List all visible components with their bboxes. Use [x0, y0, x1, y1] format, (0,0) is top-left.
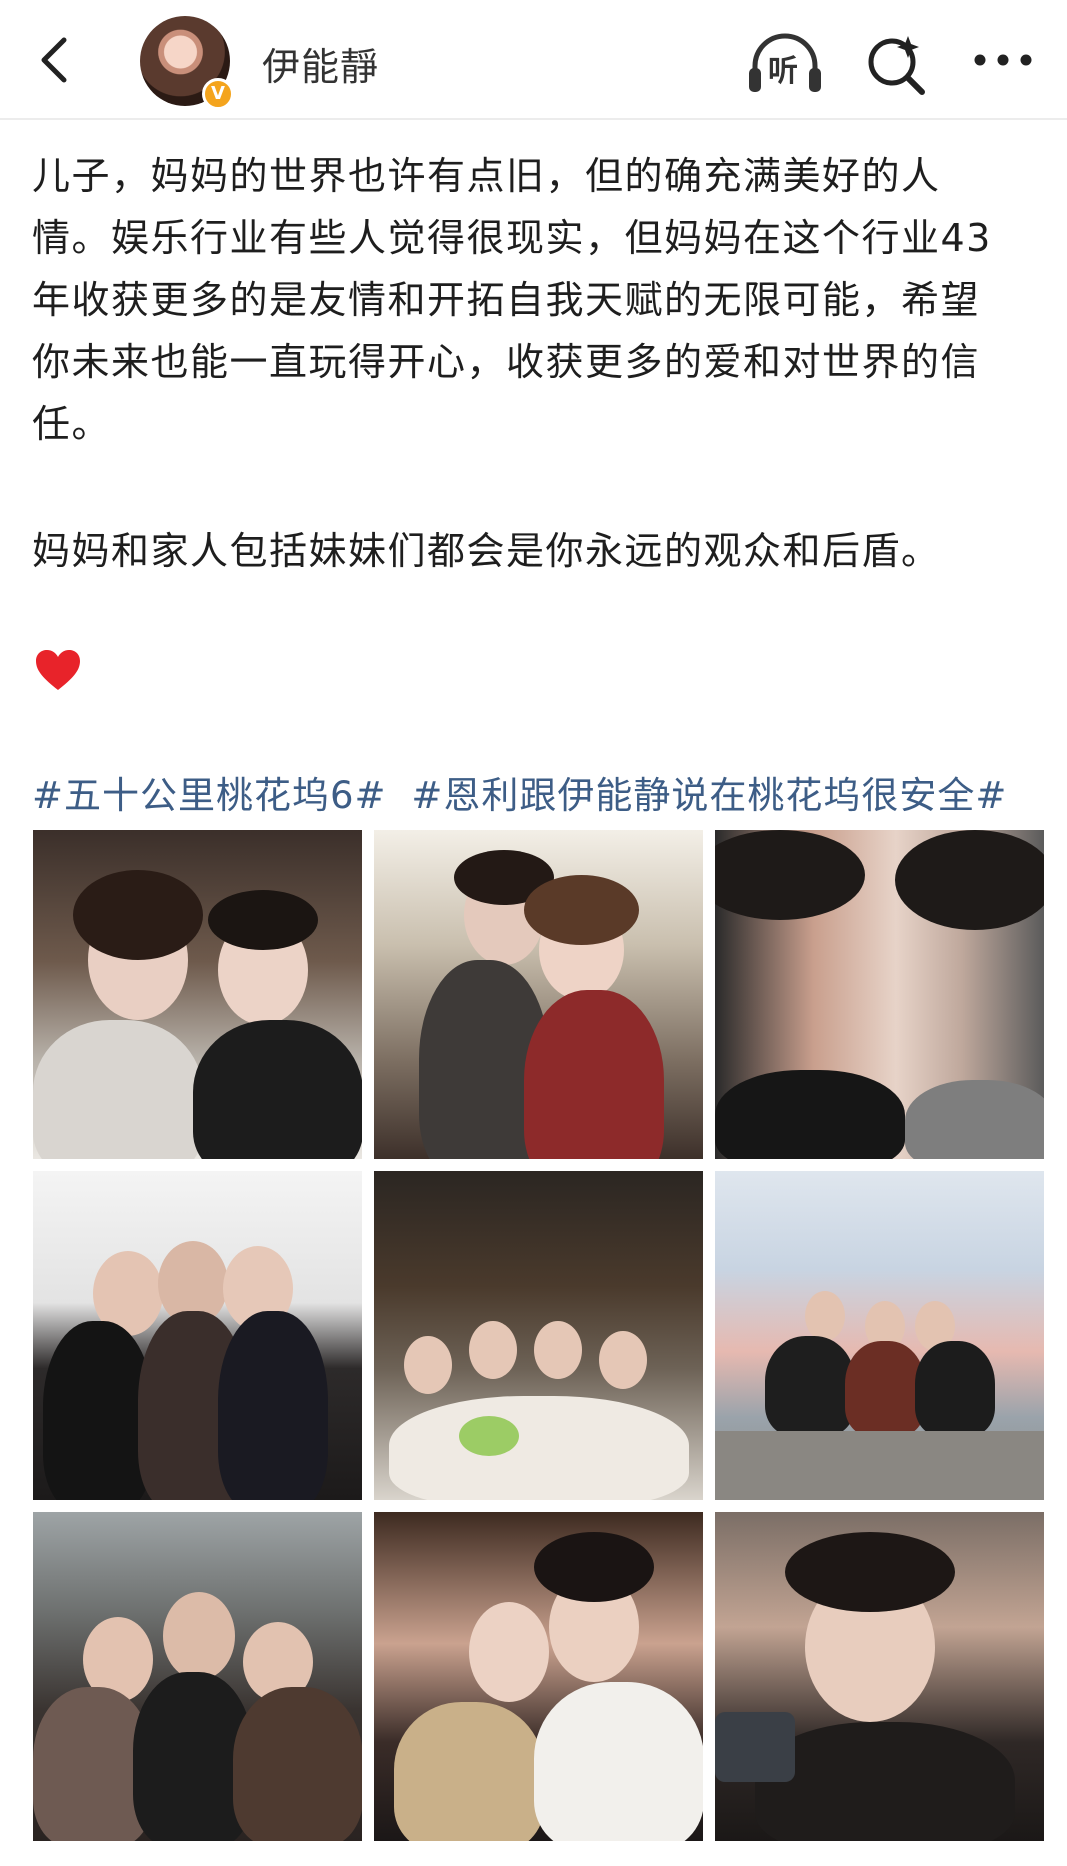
post-line: 儿子，妈妈的世界也许有点旧，但的确充满美好的人: [32, 154, 941, 198]
post-line: 任。: [32, 402, 112, 446]
photo-thumbnail[interactable]: [715, 1512, 1044, 1841]
hashtag-link[interactable]: #恩利跟伊能静说在桃花坞很安全#: [411, 774, 1007, 817]
photo-thumbnail[interactable]: [33, 830, 362, 1159]
post-line: 你未来也能一直玩得开心，收获更多的爱和对世界的信: [32, 340, 981, 384]
photo-thumbnail[interactable]: [374, 1512, 703, 1841]
post-paragraph-2: 妈妈和家人包括妹妹们都会是你永远的观众和后盾。: [32, 529, 941, 573]
post-line: 情。娱乐行业有些人觉得很现实，但妈妈在这个行业43: [32, 216, 992, 260]
hashtag-link[interactable]: #五十公里桃花坞6#: [32, 774, 387, 817]
photo-thumbnail[interactable]: [715, 1171, 1044, 1500]
hashtag-row: #五十公里桃花坞6# #恩利跟伊能静说在桃花坞很安全#: [32, 765, 1019, 819]
search-sparkle-icon[interactable]: [862, 28, 932, 98]
verified-badge: V: [202, 78, 234, 110]
photo-thumbnail[interactable]: [374, 1171, 703, 1500]
heart-icon: [36, 650, 80, 690]
post-line: 年收获更多的是友情和开拓自我天赋的无限可能，希望: [32, 278, 981, 322]
photo-grid: [33, 830, 1045, 1842]
chevron-left-icon[interactable]: [30, 30, 80, 90]
listen-label: 听: [768, 54, 798, 89]
photo-thumbnail[interactable]: [715, 830, 1044, 1159]
photo-thumbnail[interactable]: [374, 830, 703, 1159]
username[interactable]: 伊能靜: [262, 36, 379, 91]
top-nav-bar: V 伊能靜 听: [0, 0, 1067, 120]
more-dots-icon[interactable]: [968, 35, 1038, 85]
photo-thumbnail[interactable]: [33, 1171, 362, 1500]
post-body: 儿子，妈妈的世界也许有点旧，但的确充满美好的人 情。娱乐行业有些人觉得很现实，但…: [32, 145, 1042, 455]
photo-thumbnail[interactable]: [33, 1512, 362, 1841]
